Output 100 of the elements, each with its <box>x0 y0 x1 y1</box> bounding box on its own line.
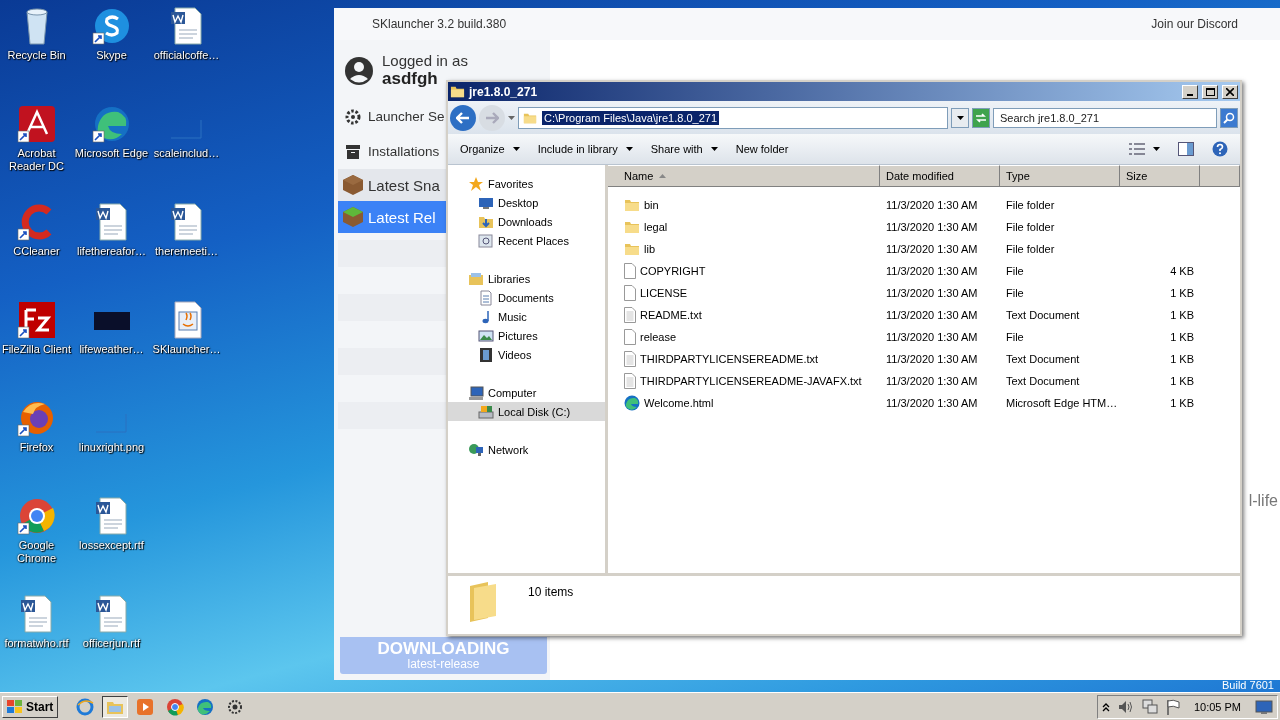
network-icon <box>468 441 484 458</box>
minimize-icon <box>1187 93 1193 96</box>
nav-item[interactable]: Computer <box>448 383 605 402</box>
preview-pane-icon <box>1178 142 1194 156</box>
file-name[interactable]: THIRDPARTYLICENSEREADME-JAVAFX.txt <box>608 373 880 389</box>
file-name[interactable]: release <box>608 329 880 345</box>
network-icon[interactable] <box>1141 698 1158 715</box>
sidebar-menu-item[interactable]: Installations <box>338 134 446 169</box>
file-name[interactable]: lib <box>608 241 880 257</box>
browser-icon[interactable] <box>91 104 132 144</box>
nav-item[interactable]: Network <box>448 440 605 459</box>
file-icon <box>624 263 636 279</box>
discord-link[interactable]: Join our Discord <box>1151 17 1238 31</box>
speaker-icon[interactable] <box>1117 699 1134 714</box>
toolbar-button[interactable]: New folder <box>727 137 797 161</box>
search-field[interactable]: Search jre1.8.0_271 <box>993 107 1217 128</box>
column-header[interactable]: Date modified <box>880 165 1000 187</box>
file-name[interactable]: THIRDPARTYLICENSEREADME.txt <box>608 351 880 367</box>
file-name[interactable]: README.txt <box>608 307 880 323</box>
profile-item[interactable]: Latest Sna <box>338 169 446 201</box>
folder-icon <box>624 241 640 257</box>
size-cell-text: 1 KB <box>1169 353 1195 365</box>
build-label: Build 7601 <box>1222 679 1274 691</box>
date-cell-text: 11/3/2020 1:30 AM <box>885 199 979 211</box>
flag-icon[interactable] <box>1165 698 1180 715</box>
desktop-icon-label[interactable]: Firefox <box>0 441 75 454</box>
nav-item[interactable]: Pictures <box>448 326 605 345</box>
file-name[interactable]: Welcome.html <box>608 395 880 411</box>
date-cell-text: 11/3/2020 1:30 AM <box>885 243 979 255</box>
desktop-icon-label[interactable]: linuxright.png <box>73 441 150 454</box>
toolbar-button[interactable]: Share with <box>642 137 726 161</box>
show-desktop-icon[interactable] <box>1255 698 1273 715</box>
clock[interactable]: 10:05 PM <box>1193 700 1241 713</box>
desktop-icon-label[interactable]: Recycle Bin <box>0 49 75 62</box>
back-arrow-icon <box>456 111 470 124</box>
desktop-icon-label[interactable]: FileZilla Client <box>0 343 75 356</box>
toolbar-button[interactable]: Organize <box>452 137 528 161</box>
nav-item[interactable]: Recent Places <box>448 231 605 250</box>
date-cell-text: 11/3/2020 1:30 AM <box>885 353 979 365</box>
profile-item[interactable]: Latest Rel <box>338 201 446 233</box>
taskbar-app-button[interactable] <box>102 695 129 718</box>
desktop-icon-label[interactable]: lifeweather… <box>73 343 150 356</box>
text-file-icon <box>624 351 636 367</box>
column-header[interactable]: Size <box>1120 165 1200 187</box>
type-cell-text: Text Document <box>1005 309 1081 321</box>
show-hidden-icons-icon[interactable] <box>1101 701 1110 712</box>
desktop-icon-label[interactable]: scaleinclud… <box>148 147 225 160</box>
address-dropdown-button[interactable] <box>951 107 969 128</box>
sidebar-menu-item[interactable]: Launcher Se <box>338 99 446 134</box>
pdf-app-icon[interactable] <box>16 104 57 144</box>
nav-item[interactable]: Local Disk (C:) <box>448 402 605 421</box>
search-icon <box>1223 111 1235 124</box>
caret-icon <box>1153 147 1160 151</box>
date-cell-text: 11/3/2020 1:30 AM <box>885 287 979 299</box>
gear-icon <box>226 697 245 716</box>
back-button[interactable] <box>450 104 476 131</box>
drive-icon <box>478 403 494 420</box>
nav-item[interactable]: Videos <box>448 345 605 364</box>
file-name[interactable]: bin <box>608 197 880 213</box>
size-cell-text: 4 KB <box>1169 265 1195 277</box>
date-cell-text: 11/3/2020 1:30 AM <box>885 397 979 409</box>
date-cell-text: 11/3/2020 1:30 AM <box>885 331 979 343</box>
column-header[interactable]: Name <box>608 165 880 187</box>
folder-icon <box>450 84 465 99</box>
file-name[interactable]: LICENSE <box>608 285 880 301</box>
nav-item[interactable]: Desktop <box>448 193 605 212</box>
file-name[interactable]: COPYRIGHT <box>608 263 880 279</box>
nav-item[interactable]: Downloads <box>448 212 605 231</box>
nav-item[interactable]: Favorites <box>448 174 605 193</box>
desktop-icon-label[interactable]: CCleaner <box>0 245 75 258</box>
desktop-icon-label[interactable]: officialcoffe… <box>148 49 225 62</box>
date-cell-text: 11/3/2020 1:30 AM <box>885 265 979 277</box>
size-cell-text: 1 KB <box>1169 331 1195 343</box>
browser-icon[interactable] <box>16 496 57 536</box>
maximize-button[interactable] <box>1202 84 1218 99</box>
nav-item[interactable]: Music <box>448 307 605 326</box>
desktop-icon-label[interactable]: SKlauncher… <box>148 343 225 356</box>
start-button[interactable]: Start <box>2 695 59 718</box>
media-player-icon <box>136 697 155 716</box>
desktop-icon-label[interactable]: theremeeti… <box>148 245 225 258</box>
column-header[interactable]: Type <box>1000 165 1120 187</box>
desktop-icon-label[interactable]: Microsoft Edge <box>73 147 150 160</box>
desktop-icon-label[interactable]: Acrobat Reader DC <box>0 147 75 173</box>
minimize-button[interactable] <box>1182 84 1198 99</box>
window-title: jre1.8.0_271 <box>469 84 539 99</box>
close-button[interactable] <box>1222 84 1238 99</box>
file-icon <box>624 329 636 345</box>
file-name[interactable]: legal <box>608 219 880 235</box>
nav-item[interactable]: Documents <box>448 288 605 307</box>
desktop-icon-label[interactable]: lifethereafor… <box>73 245 150 258</box>
nav-item[interactable]: Libraries <box>448 269 605 288</box>
desktop-icon-label[interactable]: Skype <box>73 49 150 62</box>
date-cell-text: 11/3/2020 1:30 AM <box>885 309 979 321</box>
username: asdfgh <box>382 69 439 89</box>
ftp-app-icon[interactable] <box>16 300 57 340</box>
search-button[interactable] <box>1220 107 1238 128</box>
document-icon <box>478 289 494 306</box>
chat-app-icon[interactable] <box>91 6 132 46</box>
address-field[interactable]: C:\Program Files\Java\jre1.8.0_271 <box>518 106 948 129</box>
toolbar-button[interactable]: Include in library <box>529 137 641 161</box>
